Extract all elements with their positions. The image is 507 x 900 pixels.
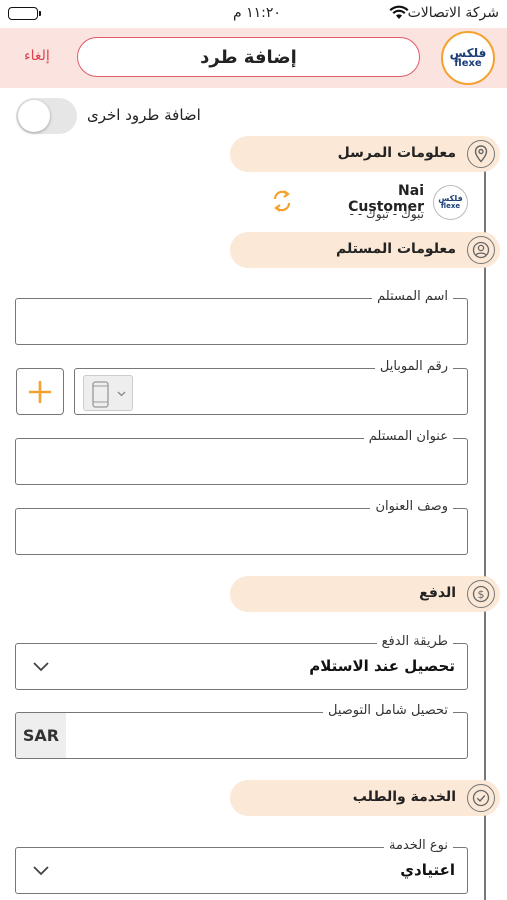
receiver-name-label: اسم المستلم: [372, 289, 453, 304]
chevron-down-icon: [33, 866, 49, 876]
payment-method-select[interactable]: طريقة الدفع تحصيل عند الاستلام: [15, 634, 468, 690]
payment-section-label: الدفع: [419, 585, 456, 601]
service-type-label: نوع الخدمة: [384, 838, 453, 853]
cod-amount-label: تحصيل شامل التوصيل: [323, 703, 453, 718]
toggle-knob: [18, 100, 50, 132]
currency-badge: SAR: [16, 713, 66, 758]
address-description-field[interactable]: وصف العنوان: [15, 499, 468, 555]
swap-sender-icon[interactable]: [270, 188, 294, 218]
service-section-header: الخدمة والطلب: [228, 780, 500, 816]
address-description-label: وصف العنوان: [370, 499, 453, 514]
location-pin-icon: [467, 140, 495, 168]
check-circle-icon: [467, 784, 495, 812]
user-icon: [467, 236, 495, 264]
sender-section-header: معلومات المرسل: [228, 136, 500, 172]
chevron-down-icon: [33, 662, 49, 672]
svg-text:$: $: [478, 588, 485, 601]
sender-section-label: معلومات المرسل: [337, 145, 456, 161]
country-code-selector[interactable]: [83, 375, 133, 411]
mobile-field[interactable]: رقم الموبايل: [74, 359, 468, 415]
service-section-label: الخدمة والطلب: [352, 789, 456, 805]
sender-city: تبوك - تبوك - -: [349, 207, 424, 221]
status-time: ١١:٢٠ م: [233, 5, 281, 21]
battery-icon: [8, 7, 41, 20]
dollar-icon: $: [467, 580, 495, 608]
plus-icon: [29, 380, 51, 403]
wifi-icon: [389, 5, 409, 24]
payment-method-label: طريقة الدفع: [376, 634, 453, 649]
cod-amount-field[interactable]: تحصيل شامل التوصيل SAR: [15, 703, 468, 759]
sender-avatar: فلكس flexe: [433, 185, 468, 220]
service-type-select[interactable]: نوع الخدمة اعتيادي: [15, 838, 468, 894]
receiver-section-label: معلومات المستلم: [335, 241, 456, 257]
service-type-value: اعتيادي: [400, 861, 455, 879]
status-bar: ١١:٢٠ م شركة الاتصالات: [0, 0, 507, 28]
sender-logo-en: flexe: [440, 202, 461, 210]
receiver-address-field[interactable]: عنوان المستلم: [15, 429, 468, 485]
page-title: إضافة طرد: [77, 37, 420, 77]
receiver-address-label: عنوان المستلم: [363, 429, 453, 444]
payment-method-value: تحصيل عند الاستلام: [309, 657, 455, 675]
header-bar: إلغاء إضافة طرد فلكس flexe: [0, 28, 507, 88]
add-contact-button[interactable]: [16, 368, 64, 415]
more-parcels-toggle[interactable]: [16, 98, 77, 134]
logo-text-en: flexe: [454, 58, 482, 69]
app-logo: فلكس flexe: [441, 31, 495, 85]
cancel-button[interactable]: إلغاء: [24, 48, 50, 64]
mobile-label: رقم الموبايل: [374, 359, 453, 374]
payment-section-header: $ الدفع: [228, 576, 500, 612]
receiver-section-header: معلومات المستلم: [228, 232, 500, 268]
more-parcels-label: اضافة طرود اخرى: [87, 106, 201, 124]
receiver-name-field[interactable]: اسم المستلم: [15, 289, 468, 345]
carrier-name: شركة الاتصالات: [407, 5, 499, 21]
